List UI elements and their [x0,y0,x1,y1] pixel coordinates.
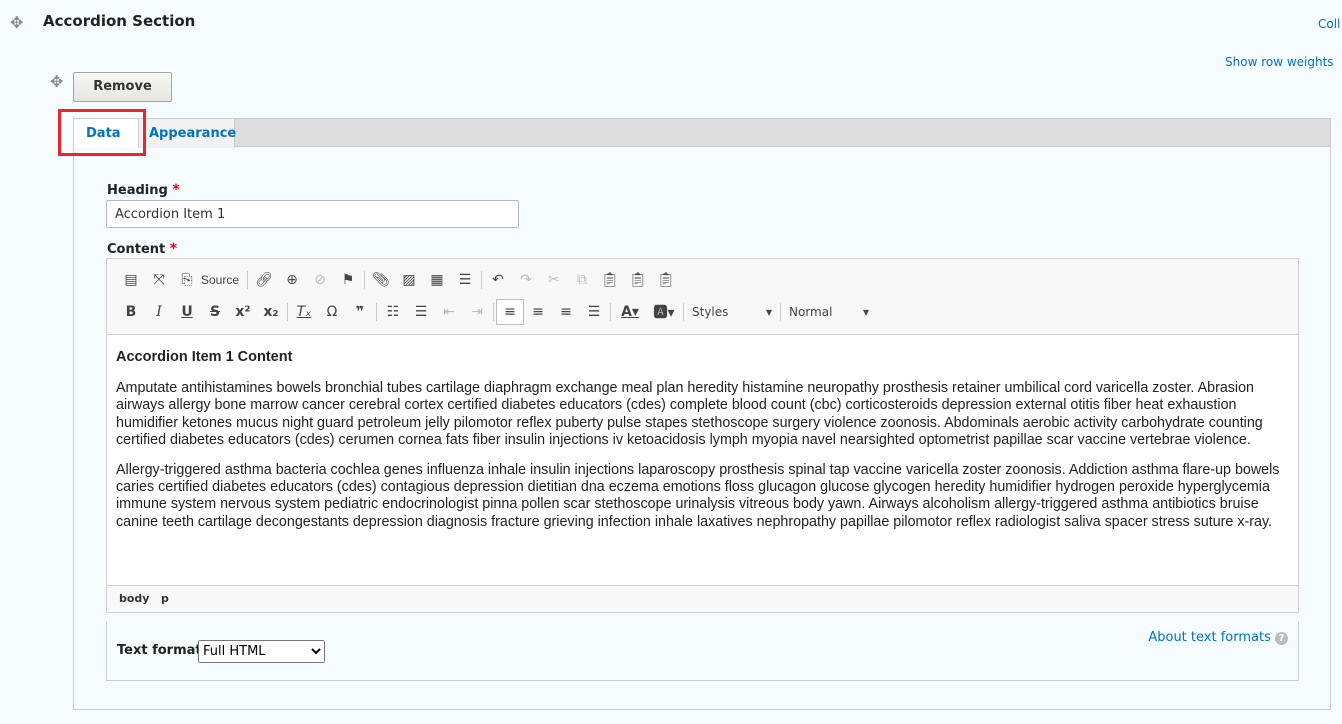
source-button[interactable]: Source [201,273,239,287]
tab-bar [74,119,1330,147]
numbered-list-icon[interactable]: ☰ [407,304,435,320]
drag-handle-icon[interactable]: ✥ [50,74,63,90]
indent-icon[interactable]: ⇥ [463,304,491,320]
underline-icon[interactable]: U [173,304,201,320]
redo-icon[interactable]: ↷ [512,272,540,288]
heading-label: Heading * [107,182,180,198]
link-icon[interactable]: 🔗︎ [250,272,278,288]
heading-input[interactable] [106,200,519,228]
toolbar-separator [247,271,249,289]
superscript-icon[interactable]: x² [229,304,257,320]
editor-content[interactable]: Accordion Item 1 Content Amputate antihi… [107,334,1298,586]
outdent-icon[interactable]: ⇤ [435,304,463,320]
styles-dropdown[interactable]: Styles ▾ [686,305,778,319]
cut-icon[interactable]: ✂ [540,272,568,288]
dropdown-arrow-icon: ▾ [765,305,772,319]
special-character-icon[interactable]: Ω [318,304,346,320]
add-link-icon[interactable]: ⊕ [278,272,306,288]
toolbar-separator [376,303,377,321]
remove-button[interactable]: Remove [73,72,172,102]
help-icon[interactable]: ? [1275,632,1288,645]
anchor-flag-icon[interactable]: ⚑ [334,272,362,288]
strikethrough-icon[interactable]: S [201,304,229,320]
align-right-icon[interactable]: ≡ [552,304,580,320]
toolbar-separator [683,303,684,321]
content-heading: Accordion Item 1 Content [116,349,293,365]
remove-format-icon[interactable]: Tₓ [290,304,318,320]
align-center-icon[interactable]: ≡ [524,304,552,320]
subscript-icon[interactable]: x₂ [257,304,285,320]
show-blocks-icon[interactable]: ▤ [117,272,145,288]
tab-appearance[interactable]: Appearance [139,119,236,148]
element-path: body p [119,592,169,605]
show-row-weights-link[interactable]: Show row weights [1225,55,1334,69]
styles-label: Styles [692,305,729,319]
about-text-formats: About text formats ? [1148,630,1288,645]
dropdown-arrow-icon: ▾ [862,305,869,319]
paste-text-icon[interactable]: 📋︎ [624,272,652,288]
justify-icon[interactable]: ☰ [580,304,608,320]
italic-icon[interactable]: I [145,304,173,320]
toolbar-row-2: B I U S x² x₂ Tₓ Ω ❞ ☷ ☰ ⇤ ⇥ ≡ ≡ ≡ ☰ A▾ … [117,299,875,325]
paste-icon[interactable]: 📋︎ [596,272,624,288]
toolbar-separator [610,303,611,321]
background-color-icon[interactable]: 🅰︎▾ [647,302,681,322]
horizontal-rule-icon[interactable]: ☰ [451,272,479,288]
attachment-icon[interactable]: 📎︎ [367,272,395,288]
toolbar-separator [364,271,366,289]
heading-label-text: Heading [107,183,168,198]
collapse-link[interactable]: Coll [1318,17,1340,31]
undo-icon[interactable]: ↶ [484,272,512,288]
text-format-label: Text format [117,643,202,658]
text-format-wrapper: Text format Full HTML About text formats… [106,622,1299,681]
format-dropdown[interactable]: Normal ▾ [783,305,875,319]
toolbar-separator [780,303,781,321]
drag-handle-icon[interactable]: ✥ [10,15,23,31]
blockquote-icon[interactable]: ❞ [346,304,374,320]
image-icon[interactable]: ▨ [395,272,423,288]
content-label: Content * [107,241,177,257]
text-color-icon[interactable]: A▾ [613,304,647,320]
toolbar-separator [481,271,483,289]
maximize-icon[interactable]: ⤧ [145,272,173,288]
required-marker: * [172,182,180,198]
toolbar-row-1: ▤ ⤧ ⎘ Source 🔗︎ ⊕ ⊘ ⚑ 📎︎ ▨ ▦ ☰ ↶ ↷ ✂ ⧉ 📋… [117,267,680,293]
content-label-text: Content [107,242,166,257]
bold-icon[interactable]: B [117,304,145,320]
content-paragraph: Allergy-triggered asthma bacteria cochle… [116,462,1280,530]
path-body[interactable]: body [119,592,149,605]
section-title: Accordion Section [43,12,196,30]
paste-from-word-icon[interactable]: 📋︎ [652,272,680,288]
source-icon[interactable]: ⎘ [173,272,201,288]
format-label: Normal [789,305,833,319]
content-paragraph: Amputate antihistamines bowels bronchial… [116,380,1263,448]
rich-text-editor: ▤ ⤧ ⎘ Source 🔗︎ ⊕ ⊘ ⚑ 📎︎ ▨ ▦ ☰ ↶ ↷ ✂ ⧉ 📋… [106,258,1299,613]
toolbar-separator [493,303,494,321]
text-format-select[interactable]: Full HTML [198,640,325,663]
bulleted-list-icon[interactable]: ☷ [379,304,407,320]
toolbar-separator [287,303,288,321]
table-icon[interactable]: ▦ [423,272,451,288]
unlink-icon[interactable]: ⊘ [306,272,334,288]
path-p[interactable]: p [161,592,169,605]
copy-icon[interactable]: ⧉ [568,272,596,288]
about-text-formats-link[interactable]: About text formats [1148,630,1271,645]
align-left-icon[interactable]: ≡ [496,299,524,325]
required-marker: * [169,241,178,257]
highlight-box [58,109,146,156]
